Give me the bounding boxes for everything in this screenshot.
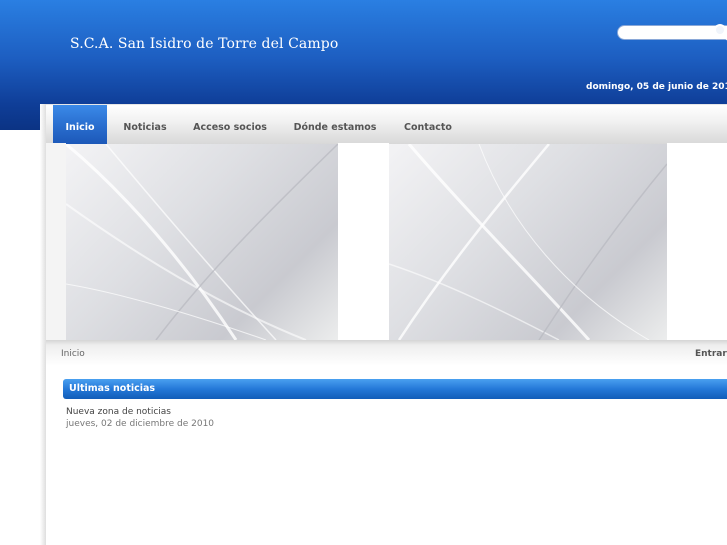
search-icon[interactable]	[714, 24, 726, 36]
breadcrumb[interactable]: Inicio	[61, 349, 85, 359]
news-item-date: jueves, 02 de diciembre de 2010	[66, 419, 215, 429]
login-link[interactable]: Entrar	[695, 349, 727, 359]
breadcrumb-bar: Inicio Entrar	[46, 340, 727, 366]
nav-item-inicio[interactable]: Inicio	[53, 105, 107, 144]
search-input[interactable]	[624, 27, 720, 38]
news-item-title[interactable]: Nueva zona de noticias	[66, 407, 171, 417]
banner-image-left	[66, 144, 338, 340]
banner-margin-left	[46, 143, 66, 340]
banner-margin-right	[667, 143, 727, 340]
nav-item-contacto[interactable]: Contacto	[398, 105, 458, 144]
banner-image-right	[389, 144, 667, 340]
nav-item-acceso-socios[interactable]: Acceso socios	[188, 105, 272, 144]
current-date: domingo, 05 de junio de 2011	[586, 82, 727, 92]
search-box[interactable]	[617, 25, 727, 40]
site-title[interactable]: S.C.A. San Isidro de Torre del Campo	[70, 36, 338, 52]
nav-item-noticias[interactable]: Noticias	[116, 105, 174, 144]
news-section-header: Ultimas noticias	[63, 379, 727, 399]
main-container: Inicio Noticias Acceso socios Dónde esta…	[46, 104, 727, 545]
news-section-title: Ultimas noticias	[69, 383, 156, 394]
main-navigation: Inicio Noticias Acceso socios Dónde esta…	[46, 104, 727, 144]
banner-gap	[338, 143, 389, 340]
nav-item-donde-estamos[interactable]: Dónde estamos	[291, 105, 379, 144]
